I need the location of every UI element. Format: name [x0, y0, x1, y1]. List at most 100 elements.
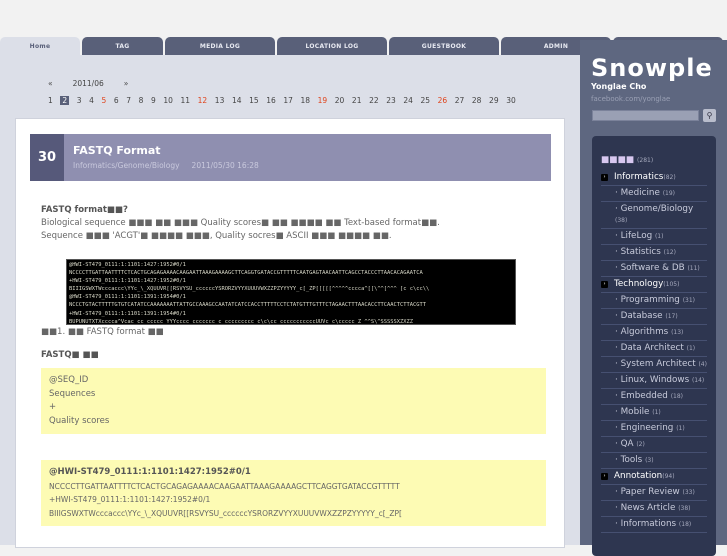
code-box-example: @HWI-ST479_0111:1:1101:1427:1952#0/1 NCCC…	[41, 460, 546, 526]
category-label: LifeLog	[620, 231, 653, 241]
prev-month-link[interactable]: «	[48, 79, 53, 88]
category-software-db[interactable]: Software & DB (11)	[601, 261, 707, 277]
search-button[interactable]: ⚲	[703, 109, 716, 122]
calendar-day[interactable]: 2	[60, 96, 70, 105]
tab-tag[interactable]: TAG	[82, 37, 163, 56]
next-month-link[interactable]: »	[124, 79, 129, 88]
post-subheading: FASTQ■ ■■	[41, 350, 99, 360]
category-programming[interactable]: Programming (31)	[601, 293, 707, 309]
category-list: ■■■■ (281) ›Informatics (82)Medicine (19…	[592, 136, 716, 556]
calendar-day[interactable]: 4	[89, 96, 94, 105]
image-caption: ■■1. ■■ FASTQ format ■■	[41, 327, 164, 337]
calendar-day[interactable]: 9	[151, 96, 156, 105]
category-lifelog[interactable]: LifeLog (1)	[601, 229, 707, 245]
paragraph: Sequence ■■■ 'ACGT'■ ■■■■ ■■■, Quality s…	[41, 231, 392, 241]
category-count: (94)	[662, 473, 675, 480]
category-count: (38)	[678, 505, 691, 512]
calendar-day[interactable]: 22	[369, 96, 379, 105]
post-header: 30 FASTQ Format Informatics/Genome/Biolo…	[30, 134, 551, 181]
image-text-line: +HWI-ST479_0111:1:1101:1427:1952#0/1	[69, 278, 186, 285]
calendar-day[interactable]: 3	[77, 96, 82, 105]
category-count: (33)	[682, 489, 695, 496]
calendar-day[interactable]: 26	[438, 96, 448, 105]
category-data-architect[interactable]: Data Architect (1)	[601, 341, 707, 357]
calendar-month: 2011/06	[72, 79, 104, 88]
post-title[interactable]: FASTQ Format	[73, 144, 271, 157]
calendar-day[interactable]: 19	[318, 96, 328, 105]
category-technology[interactable]: › Technology (105)	[601, 277, 707, 293]
tab-location-log[interactable]: LOCATION LOG	[277, 37, 387, 56]
facebook-link[interactable]: facebook.com/yonglae	[591, 95, 670, 103]
category-label: QA	[620, 439, 634, 449]
category-annotation[interactable]: › Annotation (94)	[601, 469, 707, 485]
image-text-line: NCCCCTTGATTAATTTTCTCACTGCAGAGAAAACAAGAAT…	[69, 270, 423, 277]
category-all[interactable]: ■■■■ (281)	[601, 153, 707, 170]
category-engineering[interactable]: Engineering (1)	[601, 421, 707, 437]
category-linux-windows[interactable]: Linux, Windows (14)	[601, 373, 707, 389]
category-count: (1)	[654, 233, 664, 240]
calendar-day[interactable]: 17	[283, 96, 293, 105]
calendar-day[interactable]: 29	[489, 96, 499, 105]
calendar-day[interactable]: 27	[455, 96, 465, 105]
calendar-day[interactable]: 12	[198, 96, 208, 105]
category-label: Data Architect	[620, 343, 684, 353]
chevron-right-icon: ›	[601, 473, 608, 480]
author-name: Yonglae Cho	[591, 82, 647, 91]
calendar-day[interactable]: 25	[420, 96, 430, 105]
blog-logo[interactable]: Snowple	[591, 54, 713, 82]
category-informations[interactable]: Informations (18)	[601, 517, 707, 533]
calendar-day[interactable]: 20	[335, 96, 345, 105]
search-input[interactable]	[592, 110, 699, 121]
image-text-line: @HWI-ST479_0111:1:1101:1391:1954#0/1	[69, 294, 186, 301]
category-label: Informatics	[614, 172, 664, 182]
calendar-day[interactable]: 28	[472, 96, 482, 105]
category-label: Medicine	[620, 188, 660, 198]
calendar-day[interactable]: 16	[266, 96, 276, 105]
calendar-day[interactable]: 1	[48, 96, 53, 105]
category-informatics[interactable]: › Informatics (82)	[601, 170, 707, 186]
category-label: Programming	[620, 295, 680, 305]
category-mobile[interactable]: Mobile (1)	[601, 405, 707, 421]
calendar-day[interactable]: 11	[181, 96, 191, 105]
category-statistics[interactable]: Statistics (12)	[601, 245, 707, 261]
category-count: (14)	[691, 377, 705, 384]
category-label: Tools	[620, 455, 643, 465]
category-algorithms[interactable]: Algorithms (13)	[601, 325, 707, 341]
category-embedded[interactable]: Embedded (18)	[601, 389, 707, 405]
calendar-day[interactable]: 21	[352, 96, 362, 105]
category-system-architect[interactable]: System Architect (4)	[601, 357, 707, 373]
calendar-day[interactable]: 6	[114, 96, 119, 105]
calendar-day[interactable]: 30	[506, 96, 516, 105]
category-tools[interactable]: Tools (3)	[601, 453, 707, 469]
post-body: FASTQ format■■? Biological sequence ■■■ …	[41, 204, 546, 526]
category-label: Database	[620, 311, 663, 321]
category-count: (281)	[637, 157, 654, 164]
calendar-day[interactable]: 7	[126, 96, 131, 105]
calendar-day[interactable]: 14	[232, 96, 242, 105]
category-count: (18)	[670, 393, 684, 400]
category-news-article[interactable]: News Article (38)	[601, 501, 707, 517]
calendar-day[interactable]: 8	[139, 96, 144, 105]
calendar-day[interactable]: 13	[215, 96, 225, 105]
category-database[interactable]: Database (17)	[601, 309, 707, 325]
calendar-day[interactable]: 24	[403, 96, 413, 105]
tab-guestbook[interactable]: GUESTBOOK	[389, 37, 499, 56]
category-paper-review[interactable]: Paper Review (33)	[601, 485, 707, 501]
category-count: (19)	[662, 190, 676, 197]
calendar-day[interactable]: 5	[102, 96, 107, 105]
paragraph: Biological sequence ■■■ ■■ ■■■ Quality s…	[41, 218, 440, 228]
calendar-day[interactable]: 10	[163, 96, 173, 105]
category-medicine[interactable]: Medicine (19)	[601, 186, 707, 202]
image-text-line: +HWI-ST479_0111:1:1101:1391:1954#0/1	[69, 310, 186, 317]
calendar-day[interactable]: 15	[249, 96, 259, 105]
category-genome-biology[interactable]: Genome/Biology (38)	[601, 202, 707, 229]
category-count: (1)	[652, 409, 661, 416]
tab-home[interactable]: Home	[0, 37, 80, 56]
category-count: (4)	[698, 361, 707, 368]
category-qa[interactable]: QA (2)	[601, 437, 707, 453]
post-category[interactable]: Informatics/Genome/Biology	[73, 161, 180, 170]
tab-media-log[interactable]: MEDIA LOG	[165, 37, 275, 56]
code-line: @HWI-ST479_0111:1:1101:1427:1952#0/1	[49, 467, 251, 477]
calendar-day[interactable]: 23	[386, 96, 396, 105]
calendar-day[interactable]: 18	[301, 96, 311, 105]
